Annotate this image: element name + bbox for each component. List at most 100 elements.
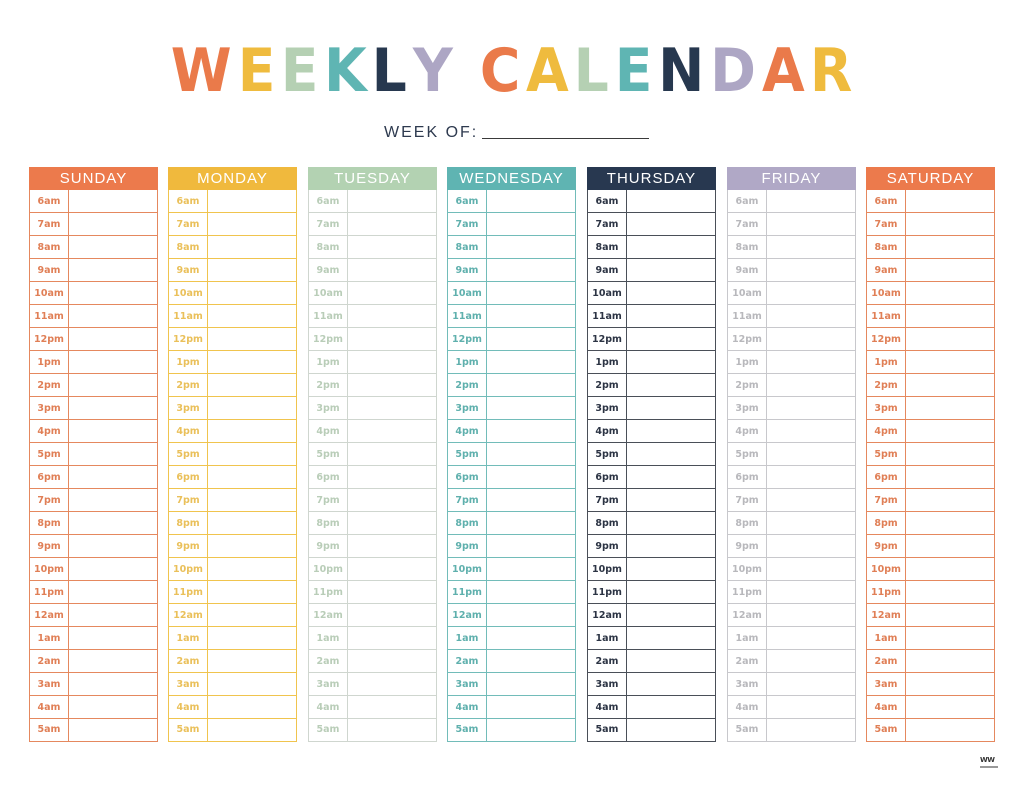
time-slot-entry[interactable] (627, 351, 715, 373)
time-slot-entry[interactable] (208, 650, 296, 672)
time-slot-entry[interactable] (906, 719, 994, 741)
time-slot-entry[interactable] (348, 443, 436, 465)
time-slot-entry[interactable] (208, 213, 296, 235)
time-slot-entry[interactable] (69, 420, 157, 442)
time-slot-entry[interactable] (906, 443, 994, 465)
time-slot-entry[interactable] (69, 604, 157, 626)
time-slot-entry[interactable] (348, 466, 436, 488)
time-slot-entry[interactable] (208, 627, 296, 649)
time-slot-entry[interactable] (906, 397, 994, 419)
time-slot-entry[interactable] (487, 213, 575, 235)
time-slot-entry[interactable] (487, 351, 575, 373)
time-slot-entry[interactable] (208, 512, 296, 534)
time-slot-entry[interactable] (348, 627, 436, 649)
time-slot-entry[interactable] (487, 443, 575, 465)
time-slot-entry[interactable] (208, 535, 296, 557)
time-slot-entry[interactable] (767, 627, 855, 649)
time-slot-entry[interactable] (767, 213, 855, 235)
week-of-field[interactable]: WEEK OF: (384, 120, 650, 142)
time-slot-entry[interactable] (348, 190, 436, 212)
time-slot-entry[interactable] (348, 696, 436, 718)
time-slot-entry[interactable] (906, 489, 994, 511)
time-slot-entry[interactable] (487, 512, 575, 534)
time-slot-entry[interactable] (208, 604, 296, 626)
time-slot-entry[interactable] (348, 282, 436, 304)
time-slot-entry[interactable] (348, 397, 436, 419)
time-slot-entry[interactable] (348, 351, 436, 373)
time-slot-entry[interactable] (767, 558, 855, 580)
time-slot-entry[interactable] (69, 351, 157, 373)
time-slot-entry[interactable] (627, 604, 715, 626)
time-slot-entry[interactable] (69, 190, 157, 212)
time-slot-entry[interactable] (208, 558, 296, 580)
time-slot-entry[interactable] (906, 190, 994, 212)
time-slot-entry[interactable] (767, 351, 855, 373)
time-slot-entry[interactable] (627, 558, 715, 580)
time-slot-entry[interactable] (69, 719, 157, 741)
time-slot-entry[interactable] (767, 443, 855, 465)
time-slot-entry[interactable] (208, 259, 296, 281)
time-slot-entry[interactable] (906, 213, 994, 235)
time-slot-entry[interactable] (487, 282, 575, 304)
time-slot-entry[interactable] (487, 489, 575, 511)
time-slot-entry[interactable] (767, 259, 855, 281)
time-slot-entry[interactable] (348, 374, 436, 396)
time-slot-entry[interactable] (767, 535, 855, 557)
time-slot-entry[interactable] (487, 673, 575, 695)
time-slot-entry[interactable] (906, 627, 994, 649)
time-slot-entry[interactable] (487, 236, 575, 258)
time-slot-entry[interactable] (208, 374, 296, 396)
time-slot-entry[interactable] (208, 351, 296, 373)
time-slot-entry[interactable] (348, 535, 436, 557)
time-slot-entry[interactable] (69, 489, 157, 511)
time-slot-entry[interactable] (487, 650, 575, 672)
time-slot-entry[interactable] (487, 719, 575, 741)
time-slot-entry[interactable] (767, 466, 855, 488)
time-slot-entry[interactable] (906, 604, 994, 626)
time-slot-entry[interactable] (487, 581, 575, 603)
time-slot-entry[interactable] (208, 719, 296, 741)
time-slot-entry[interactable] (69, 558, 157, 580)
time-slot-entry[interactable] (627, 213, 715, 235)
time-slot-entry[interactable] (767, 397, 855, 419)
time-slot-entry[interactable] (487, 420, 575, 442)
time-slot-entry[interactable] (208, 466, 296, 488)
time-slot-entry[interactable] (627, 420, 715, 442)
time-slot-entry[interactable] (208, 397, 296, 419)
time-slot-entry[interactable] (627, 466, 715, 488)
time-slot-entry[interactable] (906, 374, 994, 396)
time-slot-entry[interactable] (69, 443, 157, 465)
time-slot-entry[interactable] (627, 650, 715, 672)
time-slot-entry[interactable] (906, 466, 994, 488)
time-slot-entry[interactable] (487, 190, 575, 212)
time-slot-entry[interactable] (208, 581, 296, 603)
time-slot-entry[interactable] (348, 489, 436, 511)
time-slot-entry[interactable] (906, 512, 994, 534)
time-slot-entry[interactable] (69, 673, 157, 695)
time-slot-entry[interactable] (627, 305, 715, 327)
time-slot-entry[interactable] (348, 558, 436, 580)
time-slot-entry[interactable] (767, 719, 855, 741)
time-slot-entry[interactable] (487, 604, 575, 626)
time-slot-entry[interactable] (906, 259, 994, 281)
time-slot-entry[interactable] (627, 719, 715, 741)
time-slot-entry[interactable] (69, 581, 157, 603)
time-slot-entry[interactable] (906, 328, 994, 350)
time-slot-entry[interactable] (208, 673, 296, 695)
time-slot-entry[interactable] (767, 236, 855, 258)
time-slot-entry[interactable] (906, 650, 994, 672)
time-slot-entry[interactable] (208, 696, 296, 718)
time-slot-entry[interactable] (767, 604, 855, 626)
time-slot-entry[interactable] (627, 397, 715, 419)
time-slot-entry[interactable] (348, 259, 436, 281)
time-slot-entry[interactable] (906, 305, 994, 327)
time-slot-entry[interactable] (627, 236, 715, 258)
time-slot-entry[interactable] (767, 190, 855, 212)
time-slot-entry[interactable] (208, 282, 296, 304)
time-slot-entry[interactable] (208, 236, 296, 258)
time-slot-entry[interactable] (627, 512, 715, 534)
time-slot-entry[interactable] (906, 558, 994, 580)
time-slot-entry[interactable] (69, 397, 157, 419)
time-slot-entry[interactable] (69, 282, 157, 304)
time-slot-entry[interactable] (69, 627, 157, 649)
